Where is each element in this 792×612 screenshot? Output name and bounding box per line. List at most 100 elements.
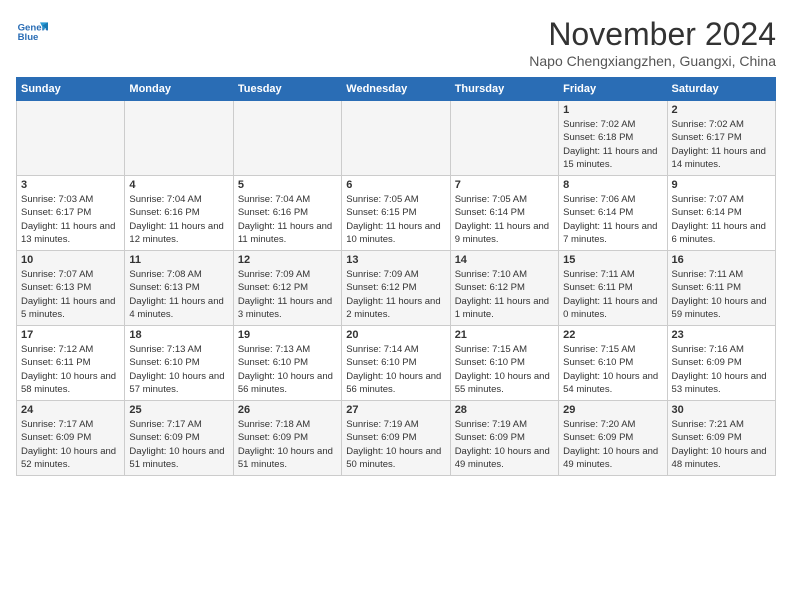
weekday-header-thursday: Thursday [450,78,558,101]
day-number: 15 [563,254,662,266]
day-cell: 28 Sunrise: 7:19 AMSunset: 6:09 PMDayligh… [450,401,558,476]
week-row-3: 10 Sunrise: 7:07 AMSunset: 6:13 PMDayligh… [17,251,776,326]
day-number: 4 [129,179,228,191]
day-cell: 2 Sunrise: 7:02 AMSunset: 6:17 PMDaylight… [667,101,775,176]
day-cell: 9 Sunrise: 7:07 AMSunset: 6:14 PMDaylight… [667,176,775,251]
day-info: Sunrise: 7:11 AMSunset: 6:11 PMDaylight:… [672,268,771,321]
day-number: 23 [672,329,771,341]
logo-icon: General Blue [16,16,48,48]
day-number: 30 [672,404,771,416]
day-number: 24 [21,404,120,416]
day-number: 27 [346,404,445,416]
day-info: Sunrise: 7:07 AMSunset: 6:13 PMDaylight:… [21,268,120,321]
day-info: Sunrise: 7:09 AMSunset: 6:12 PMDaylight:… [346,268,445,321]
day-number: 19 [238,329,337,341]
day-cell [17,101,125,176]
day-cell: 7 Sunrise: 7:05 AMSunset: 6:14 PMDaylight… [450,176,558,251]
day-cell: 30 Sunrise: 7:21 AMSunset: 6:09 PMDayligh… [667,401,775,476]
day-number: 13 [346,254,445,266]
day-number: 7 [455,179,554,191]
day-number: 26 [238,404,337,416]
day-cell: 1 Sunrise: 7:02 AMSunset: 6:18 PMDaylight… [559,101,667,176]
day-number: 18 [129,329,228,341]
day-info: Sunrise: 7:05 AMSunset: 6:15 PMDaylight:… [346,193,445,246]
day-cell: 17 Sunrise: 7:12 AMSunset: 6:11 PMDayligh… [17,326,125,401]
day-number: 8 [563,179,662,191]
day-info: Sunrise: 7:19 AMSunset: 6:09 PMDaylight:… [455,418,554,471]
day-info: Sunrise: 7:07 AMSunset: 6:14 PMDaylight:… [672,193,771,246]
day-cell [125,101,233,176]
day-info: Sunrise: 7:16 AMSunset: 6:09 PMDaylight:… [672,343,771,396]
day-cell: 11 Sunrise: 7:08 AMSunset: 6:13 PMDayligh… [125,251,233,326]
day-info: Sunrise: 7:15 AMSunset: 6:10 PMDaylight:… [455,343,554,396]
day-cell: 25Sunrise: 7:17 AMSunset: 6:09 PMDayligh… [125,401,233,476]
day-info: Sunrise: 7:15 AMSunset: 6:10 PMDaylight:… [563,343,662,396]
weekday-header-friday: Friday [559,78,667,101]
day-info: Sunrise: 7:12 AMSunset: 6:11 PMDaylight:… [21,343,120,396]
day-number: 6 [346,179,445,191]
day-cell: 24 Sunrise: 7:17 AMSunset: 6:09 PMDayligh… [17,401,125,476]
day-number: 12 [238,254,337,266]
day-info: Sunrise: 7:14 AMSunset: 6:10 PMDaylight:… [346,343,445,396]
day-number: 20 [346,329,445,341]
day-cell: 26Sunrise: 7:18 AMSunset: 6:09 PMDayligh… [233,401,341,476]
day-cell: 3Sunrise: 7:03 AMSunset: 6:17 PMDaylight… [17,176,125,251]
svg-text:Blue: Blue [18,32,39,43]
day-number: 5 [238,179,337,191]
day-info: Sunrise: 7:11 AMSunset: 6:11 PMDaylight:… [563,268,662,321]
day-info: Sunrise: 7:17 AMSunset: 6:09 PMDaylight:… [21,418,120,471]
day-cell: 5 Sunrise: 7:04 AMSunset: 6:16 PMDaylight… [233,176,341,251]
day-cell: 10 Sunrise: 7:07 AMSunset: 6:13 PMDayligh… [17,251,125,326]
weekday-header-tuesday: Tuesday [233,78,341,101]
location-title: Napo Chengxiangzhen, Guangxi, China [529,53,776,69]
day-cell: 15 Sunrise: 7:11 AMSunset: 6:11 PMDayligh… [559,251,667,326]
day-number: 1 [563,104,662,116]
day-cell: 18 Sunrise: 7:13 AMSunset: 6:10 PMDayligh… [125,326,233,401]
day-info: Sunrise: 7:04 AMSunset: 6:16 PMDaylight:… [129,193,228,246]
week-row-5: 24 Sunrise: 7:17 AMSunset: 6:09 PMDayligh… [17,401,776,476]
day-cell: 23 Sunrise: 7:16 AMSunset: 6:09 PMDayligh… [667,326,775,401]
day-info: Sunrise: 7:03 AMSunset: 6:17 PMDaylight:… [21,193,120,246]
day-cell [233,101,341,176]
day-info: Sunrise: 7:09 AMSunset: 6:12 PMDaylight:… [238,268,337,321]
day-info: Sunrise: 7:04 AMSunset: 6:16 PMDaylight:… [238,193,337,246]
day-cell [342,101,450,176]
day-info: Sunrise: 7:13 AMSunset: 6:10 PMDaylight:… [238,343,337,396]
day-info: Sunrise: 7:08 AMSunset: 6:13 PMDaylight:… [129,268,228,321]
day-info: Sunrise: 7:17 AMSunset: 6:09 PMDaylight:… [129,418,228,471]
day-cell: 21 Sunrise: 7:15 AMSunset: 6:10 PMDayligh… [450,326,558,401]
day-info: Sunrise: 7:20 AMSunset: 6:09 PMDaylight:… [563,418,662,471]
day-number: 21 [455,329,554,341]
day-cell: 19 Sunrise: 7:13 AMSunset: 6:10 PMDayligh… [233,326,341,401]
logo: General Blue [16,16,48,48]
day-info: Sunrise: 7:21 AMSunset: 6:09 PMDaylight:… [672,418,771,471]
day-number: 17 [21,329,120,341]
day-info: Sunrise: 7:10 AMSunset: 6:12 PMDaylight:… [455,268,554,321]
day-number: 10 [21,254,120,266]
day-cell: 27 Sunrise: 7:19 AMSunset: 6:09 PMDayligh… [342,401,450,476]
day-cell: 29Sunrise: 7:20 AMSunset: 6:09 PMDayligh… [559,401,667,476]
day-number: 2 [672,104,771,116]
day-cell: 8Sunrise: 7:06 AMSunset: 6:14 PMDaylight… [559,176,667,251]
month-title: November 2024 [529,16,776,53]
week-row-1: 1 Sunrise: 7:02 AMSunset: 6:18 PMDaylight… [17,101,776,176]
day-cell: 12 Sunrise: 7:09 AMSunset: 6:12 PMDayligh… [233,251,341,326]
weekday-header-wednesday: Wednesday [342,78,450,101]
day-cell: 22Sunrise: 7:15 AMSunset: 6:10 PMDayligh… [559,326,667,401]
week-row-4: 17 Sunrise: 7:12 AMSunset: 6:11 PMDayligh… [17,326,776,401]
day-info: Sunrise: 7:02 AMSunset: 6:18 PMDaylight:… [563,118,662,171]
day-number: 11 [129,254,228,266]
day-info: Sunrise: 7:13 AMSunset: 6:10 PMDaylight:… [129,343,228,396]
day-number: 28 [455,404,554,416]
calendar-table: SundayMondayTuesdayWednesdayThursdayFrid… [16,77,776,476]
day-number: 16 [672,254,771,266]
day-info: Sunrise: 7:19 AMSunset: 6:09 PMDaylight:… [346,418,445,471]
day-cell: 20 Sunrise: 7:14 AMSunset: 6:10 PMDayligh… [342,326,450,401]
day-number: 14 [455,254,554,266]
day-cell: 6 Sunrise: 7:05 AMSunset: 6:15 PMDaylight… [342,176,450,251]
day-cell: 16 Sunrise: 7:11 AMSunset: 6:11 PMDayligh… [667,251,775,326]
day-info: Sunrise: 7:05 AMSunset: 6:14 PMDaylight:… [455,193,554,246]
day-number: 9 [672,179,771,191]
day-info: Sunrise: 7:02 AMSunset: 6:17 PMDaylight:… [672,118,771,171]
day-cell [450,101,558,176]
